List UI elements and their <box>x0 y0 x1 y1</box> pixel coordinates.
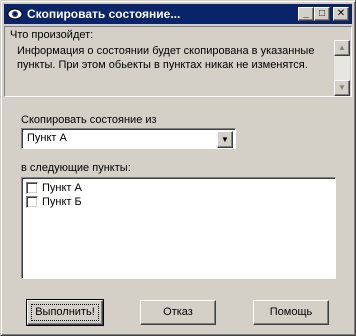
maximize-icon: □ <box>318 8 326 19</box>
close-button[interactable]: ✕ <box>333 7 349 21</box>
info-heading: Что произойдет: <box>10 29 94 41</box>
info-panel: Что произойдет: Информация о состоянии б… <box>4 26 352 97</box>
execute-label: Выполнить! <box>35 306 95 318</box>
help-button[interactable]: Помощь <box>253 300 329 325</box>
list-item-label: Пункт А <box>42 182 82 194</box>
minimize-icon: _ <box>303 8 309 19</box>
dropdown-button[interactable]: ▼ <box>217 131 233 148</box>
execute-button[interactable]: Выполнить! <box>26 299 104 326</box>
targets-label: в следующие пункты: <box>21 162 131 174</box>
scroll-down-icon: ▼ <box>338 83 346 92</box>
minimize-button[interactable]: _ <box>298 7 314 21</box>
eye-icon <box>7 8 23 20</box>
scroll-down-button[interactable]: ▼ <box>334 80 350 96</box>
targets-list[interactable]: Пункт А Пункт Б <box>21 177 336 279</box>
maximize-button[interactable]: □ <box>314 7 330 21</box>
checkbox[interactable] <box>26 196 38 208</box>
list-item-label: Пункт Б <box>42 196 82 208</box>
checkbox[interactable] <box>26 182 38 194</box>
help-label: Помощь <box>269 306 313 318</box>
scroll-up-button[interactable]: ▲ <box>334 40 350 56</box>
copy-from-value: Пункт А <box>27 132 67 144</box>
dialog-window: Скопировать состояние... _ □ ✕ Что произ… <box>0 0 356 336</box>
info-text: Информация о состоянии будет скопирована… <box>17 45 315 71</box>
title-bar[interactable]: Скопировать состояние... _ □ ✕ <box>4 4 352 24</box>
cancel-label: Отказ <box>163 306 193 318</box>
close-icon: ✕ <box>336 8 346 19</box>
copy-from-label: Скопировать состояние из <box>21 114 157 126</box>
cancel-button[interactable]: Отказ <box>140 300 216 325</box>
chevron-down-icon: ▼ <box>221 135 229 144</box>
copy-from-dropdown[interactable]: Пункт А ▼ <box>21 128 236 149</box>
info-scrollbar[interactable]: ▲ ▼ <box>334 40 350 96</box>
window-title: Скопировать состояние... <box>27 7 181 21</box>
scroll-up-icon: ▲ <box>338 43 346 52</box>
